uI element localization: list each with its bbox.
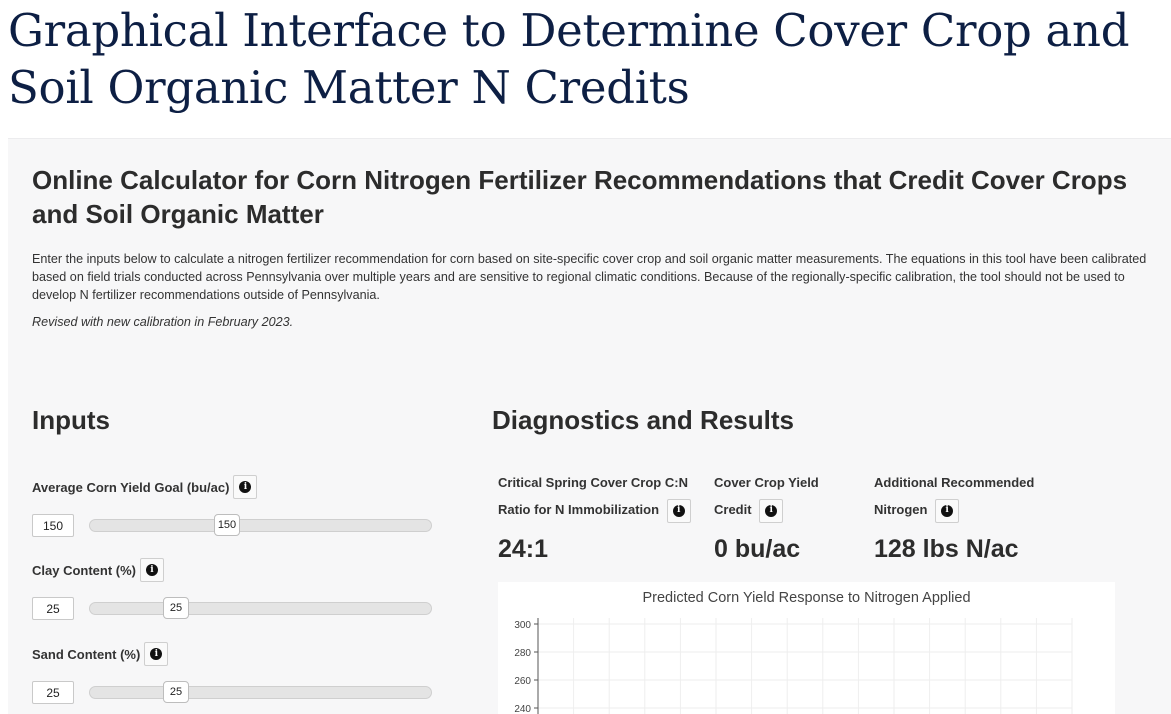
y-tick-label: 280	[514, 648, 531, 659]
info-icon: i	[765, 504, 778, 517]
additional-nitrogen-value: 128 lbs N/ac	[874, 535, 1019, 563]
yield-response-chart[interactable]: Predicted Corn Yield Response to Nitroge…	[498, 582, 1115, 714]
calculator-panel: Online Calculator for Corn Nitrogen Fert…	[8, 138, 1171, 714]
sand-content-slider[interactable]: 25	[89, 681, 432, 703]
clay-content-slider-handle[interactable]: 25	[163, 597, 189, 619]
additional-nitrogen-info-button[interactable]: i	[935, 498, 960, 523]
inputs-heading: Inputs	[32, 405, 110, 435]
info-icon: i	[239, 481, 252, 493]
clay-content-info-button[interactable]: i	[140, 558, 164, 582]
yield-goal-input[interactable]: 150	[32, 514, 74, 537]
chart-plot-area[interactable]: 300 280 260 240	[498, 582, 1115, 714]
revision-note: Revised with new calibration in February…	[32, 315, 294, 329]
info-icon: i	[150, 648, 163, 660]
info-icon: i	[941, 504, 954, 517]
critical-cn-ratio-value: 24:1	[498, 535, 549, 563]
info-icon: i	[672, 504, 685, 517]
yield-goal-slider[interactable]: 150	[89, 514, 432, 536]
y-tick-label: 260	[514, 676, 531, 687]
clay-content-label: Clay Content (%) i	[32, 558, 164, 582]
y-tick-label: 240	[514, 704, 531, 714]
critical-cn-ratio-info-button[interactable]: i	[666, 498, 691, 523]
yield-goal-label: Average Corn Yield Goal (bu/ac) i	[32, 475, 258, 499]
sand-content-info-button[interactable]: i	[144, 642, 169, 666]
cover-crop-yield-credit-value: 0 bu/ac	[714, 535, 801, 563]
sand-content-input[interactable]: 25	[32, 681, 74, 704]
cover-crop-yield-credit-info-button[interactable]: i	[759, 498, 784, 523]
clay-content-slider[interactable]: 25	[89, 597, 432, 619]
critical-cn-ratio-label: Critical Spring Cover Crop C:N Ratio for…	[498, 469, 703, 523]
info-icon: i	[146, 564, 158, 576]
intro-text: Enter the inputs below to calculate a ni…	[32, 252, 1147, 302]
results-heading: Diagnostics and Results	[492, 405, 794, 435]
calculator-title: Online Calculator for Corn Nitrogen Fert…	[32, 165, 1128, 229]
yield-goal-slider-handle[interactable]: 150	[214, 514, 240, 536]
clay-content-input[interactable]: 25	[32, 597, 74, 620]
page-title: Graphical Interface to Determine Cover C…	[8, 4, 1130, 114]
y-tick-label: 300	[514, 620, 531, 631]
sand-content-slider-handle[interactable]: 25	[163, 681, 189, 703]
yield-goal-info-button[interactable]: i	[233, 475, 258, 499]
sand-content-label: Sand Content (%) i	[32, 642, 169, 666]
cover-crop-yield-credit-label: Cover Crop Yield Credit i	[714, 469, 864, 523]
additional-nitrogen-label: Additional Recommended Nitrogen i	[874, 469, 1074, 523]
